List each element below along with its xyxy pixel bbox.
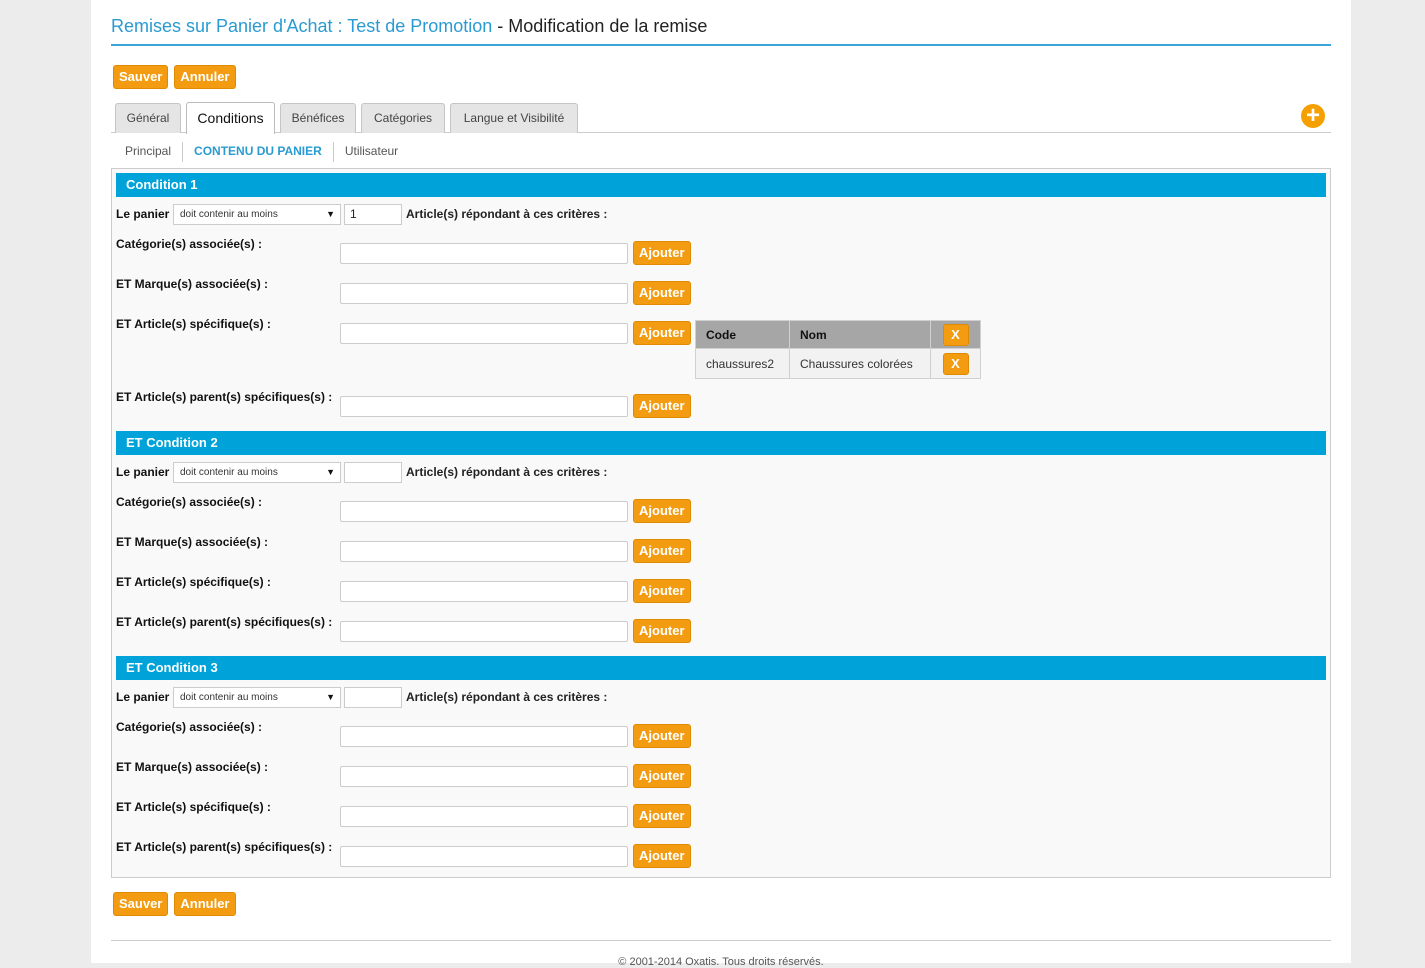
add-category-button[interactable]: Ajouter	[633, 724, 691, 748]
add-parent-button[interactable]: Ajouter	[633, 844, 691, 868]
parents-label: ET Article(s) parent(s) spécifiques(s) :	[116, 615, 333, 629]
add-article-button[interactable]: Ajouter	[633, 321, 691, 345]
tab-langue-visibilite[interactable]: Langue et Visibilité	[450, 103, 578, 133]
add-category-button[interactable]: Ajouter	[633, 499, 691, 523]
save-button[interactable]: Sauver	[113, 65, 169, 89]
parents-input[interactable]	[340, 846, 628, 867]
article-code: chaussures2	[695, 348, 790, 379]
remove-cell: X	[930, 348, 981, 379]
cart-label: Le panier	[116, 690, 170, 704]
condition-header: ET Condition 3	[116, 656, 1326, 680]
tab-categories[interactable]: Catégories	[361, 103, 445, 133]
articles-label: ET Article(s) spécifique(s) :	[116, 575, 271, 589]
categories-label: Catégorie(s) associée(s) :	[116, 720, 263, 734]
breadcrumb-link[interactable]: Remises sur Panier d'Achat : Test de Pro…	[111, 16, 492, 36]
articles-input[interactable]	[340, 581, 628, 602]
quantity-input[interactable]: 1	[344, 204, 402, 225]
add-parent-button[interactable]: Ajouter	[633, 394, 691, 418]
criteria-label: Article(s) répondant à ces critères :	[406, 465, 608, 479]
add-article-button[interactable]: Ajouter	[633, 804, 691, 828]
articles-input[interactable]	[340, 323, 628, 344]
article-name: Chaussures colorées	[789, 348, 931, 379]
remove-all-cell: X	[930, 320, 981, 349]
tab-bar: Général Conditions Bénéfices Catégories …	[111, 102, 1331, 134]
cart-rule-value: doit contenir au moins	[180, 467, 278, 478]
categories-input[interactable]	[340, 501, 628, 522]
cart-label: Le panier	[116, 207, 170, 221]
table-row: chaussures2 Chaussures colorées X	[695, 348, 981, 379]
parents-label: ET Article(s) parent(s) spécifiques(s) :	[116, 390, 333, 404]
triangle-down-icon: ▼	[326, 692, 335, 702]
page-subtitle: - Modification de la remise	[492, 16, 708, 36]
triangle-down-icon: ▼	[326, 467, 335, 477]
plus-circle-icon[interactable]: +	[1301, 104, 1325, 128]
quantity-input[interactable]	[344, 687, 402, 708]
add-brand-button[interactable]: Ajouter	[633, 281, 691, 305]
footer-divider	[111, 940, 1331, 941]
page: Remises sur Panier d'Achat : Test de Pro…	[91, 0, 1351, 968]
add-article-button[interactable]: Ajouter	[633, 579, 691, 603]
subtab-utilisateur[interactable]: Utilisateur	[332, 142, 409, 162]
brands-input[interactable]	[340, 283, 628, 304]
categories-input[interactable]	[340, 243, 628, 264]
cart-label: Le panier	[116, 465, 170, 479]
page-title: Remises sur Panier d'Achat : Test de Pro…	[111, 16, 1331, 46]
article-table: Code Nom X chaussures2 Chaussures coloré…	[695, 320, 981, 379]
articles-input[interactable]	[340, 806, 628, 827]
cart-rule-value: doit contenir au moins	[180, 209, 278, 220]
tab-general[interactable]: Général	[115, 103, 181, 133]
cart-rule-value: doit contenir au moins	[180, 692, 278, 703]
add-category-button[interactable]: Ajouter	[633, 241, 691, 265]
table-header: Code Nom X	[695, 320, 981, 349]
parents-input[interactable]	[340, 396, 628, 417]
brands-input[interactable]	[340, 766, 628, 787]
triangle-down-icon: ▼	[326, 209, 335, 219]
categories-input[interactable]	[340, 726, 628, 747]
condition-header: Condition 1	[116, 173, 1326, 197]
cancel-button[interactable]: Annuler	[174, 65, 236, 89]
tab-benefices[interactable]: Bénéfices	[280, 103, 356, 133]
cancel-button[interactable]: Annuler	[174, 892, 236, 916]
column-header-code: Code	[695, 320, 790, 349]
parents-label: ET Article(s) parent(s) spécifiques(s) :	[116, 840, 333, 854]
categories-label: Catégorie(s) associée(s) :	[116, 495, 263, 509]
brands-label: ET Marque(s) associée(s) :	[116, 277, 269, 291]
subtab-contenu-panier[interactable]: CONTENU DU PANIER	[182, 142, 333, 162]
top-actions: Sauver Annuler	[113, 65, 236, 89]
cart-rule-select[interactable]: doit contenir au moins ▼	[173, 204, 341, 225]
articles-label: ET Article(s) spécifique(s) :	[116, 800, 271, 814]
save-button[interactable]: Sauver	[113, 892, 169, 916]
criteria-label: Article(s) répondant à ces critères :	[406, 690, 608, 704]
bottom-actions: Sauver Annuler	[113, 892, 236, 916]
subtab-bar: Principal CONTENU DU PANIER Utilisateur	[113, 142, 409, 162]
add-brand-button[interactable]: Ajouter	[633, 764, 691, 788]
add-parent-button[interactable]: Ajouter	[633, 619, 691, 643]
articles-label: ET Article(s) spécifique(s) :	[116, 317, 271, 331]
brands-label: ET Marque(s) associée(s) :	[116, 760, 269, 774]
criteria-label: Article(s) répondant à ces critères :	[406, 207, 608, 221]
brands-input[interactable]	[340, 541, 628, 562]
brands-label: ET Marque(s) associée(s) :	[116, 535, 269, 549]
quantity-input[interactable]	[344, 462, 402, 483]
column-header-nom: Nom	[789, 320, 931, 349]
condition-header: ET Condition 2	[116, 431, 1326, 455]
cart-rule-select[interactable]: doit contenir au moins ▼	[173, 462, 341, 483]
cart-rule-select[interactable]: doit contenir au moins ▼	[173, 687, 341, 708]
categories-label: Catégorie(s) associée(s) :	[116, 237, 263, 251]
subtab-principal[interactable]: Principal	[113, 142, 182, 162]
parents-input[interactable]	[340, 621, 628, 642]
remove-article-button[interactable]: X	[942, 352, 969, 375]
remove-all-button[interactable]: X	[942, 323, 969, 346]
footer-copyright: © 2001-2014 Oxatis. Tous droits réservés…	[618, 956, 824, 968]
add-brand-button[interactable]: Ajouter	[633, 539, 691, 563]
conditions-panel: Condition 1 Le panier doit contenir au m…	[111, 168, 1331, 878]
tab-conditions[interactable]: Conditions	[186, 102, 275, 134]
